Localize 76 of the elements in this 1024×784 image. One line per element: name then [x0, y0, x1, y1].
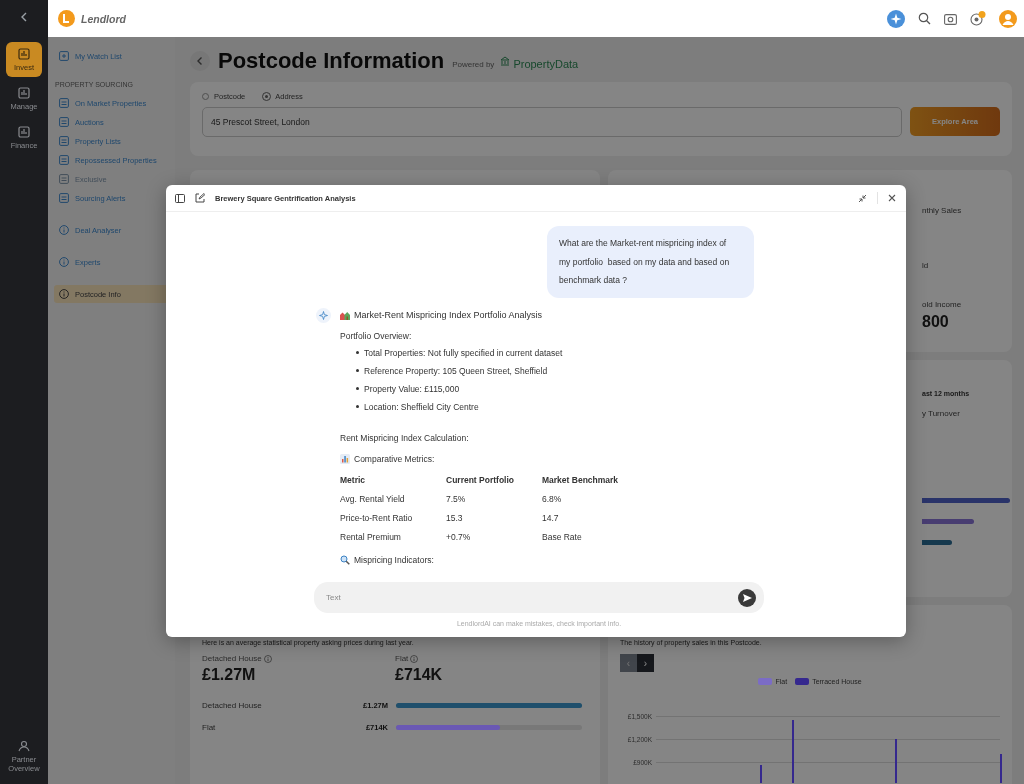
list-item: Total Properties: Not fully specified in current dataset	[364, 347, 563, 358]
column-header: Current Portfolio	[446, 473, 515, 487]
minimize-icon[interactable]	[858, 193, 867, 203]
bank-icon	[500, 55, 511, 66]
sparkle-icon	[316, 307, 331, 323]
stat-label: Flat	[395, 654, 409, 663]
section-label: Portfolio Overview:	[340, 330, 413, 343]
document-icon	[59, 136, 69, 146]
list-item: Location: Sheffield City Centre	[364, 401, 479, 412]
bar-label: Flat	[202, 722, 217, 732]
bullet-icon	[356, 387, 359, 390]
notification-icon[interactable]	[970, 11, 986, 26]
page-title: Postcode Information	[218, 47, 445, 74]
list-item: Reference Property: 105 Queen Street, Sheffield	[364, 365, 548, 376]
edit-icon[interactable]	[195, 193, 205, 203]
table-cell-text: +0.7%	[446, 530, 472, 544]
section-label: Mispricing Indicators:	[354, 555, 434, 565]
message-input[interactable]: Text	[314, 582, 764, 613]
send-button-icon[interactable]	[738, 588, 756, 607]
info-icon	[59, 289, 69, 299]
document-icon	[59, 98, 69, 108]
bullet-icon	[356, 369, 359, 372]
stat-label: ld	[922, 261, 929, 270]
document-icon	[59, 174, 69, 184]
table-cell-text: 14.7	[542, 511, 560, 525]
table-cell-text: Price-to-Rent Ratio	[340, 511, 414, 525]
camera-icon[interactable]	[944, 12, 957, 25]
plus-square-icon	[59, 51, 69, 61]
stat-label: Detached House	[202, 654, 262, 663]
table-cell-text: 6.8%	[542, 492, 563, 506]
table-cell-text: Avg. Rental Yield	[340, 492, 406, 506]
stat-value: 800	[922, 313, 949, 331]
houses-icon	[340, 310, 350, 320]
collapse-icon[interactable]	[20, 12, 28, 22]
column-header: Market Benchmark	[542, 473, 620, 487]
chart-icon	[17, 125, 31, 139]
stat-value: £1.27M	[202, 666, 257, 684]
brand-name: Lendlord	[81, 12, 126, 25]
stat-label: y Turnover	[922, 409, 960, 418]
table-cell-text: Base Rate	[542, 530, 583, 544]
logo-icon	[58, 10, 75, 27]
user-message: What are the Market-rent mispricing index of my portfolio based on my data and based on benchmark data ?	[547, 226, 754, 298]
person-icon	[17, 739, 31, 753]
stat-value: £714K	[395, 666, 444, 684]
bar-label: Detached House	[202, 700, 263, 710]
bar-chart-icon	[340, 454, 350, 464]
stat-label: nthly Sales	[922, 206, 962, 215]
sparkle-button-icon[interactable]	[887, 9, 905, 28]
document-icon	[59, 117, 69, 127]
info-icon	[59, 257, 69, 267]
search-icon[interactable]	[918, 12, 931, 25]
section-label: Comparative Metrics:	[354, 454, 435, 464]
address-field[interactable]: 45 Prescot Street, London	[202, 107, 902, 137]
magnifier-icon	[340, 555, 350, 565]
chart-icon	[17, 86, 31, 100]
list-item: Property Value: £115,000	[364, 383, 460, 394]
bullet-icon	[356, 351, 359, 354]
table-cell-text: 15.3	[446, 511, 464, 525]
answer-heading: Market-Rent Mispricing Index Portfolio Analysis	[354, 310, 543, 320]
powered-by-label: Powered by	[452, 60, 495, 69]
provider-name: PropertyData	[513, 57, 579, 70]
column-header: Metric	[340, 473, 367, 487]
document-icon	[59, 155, 69, 165]
chart-icon	[17, 47, 31, 61]
section-label: Rent Mispricing Index Calculation:	[340, 432, 470, 445]
close-icon[interactable]	[888, 194, 896, 202]
chart-bar	[922, 519, 974, 524]
table-cell-text: 7.5%	[446, 492, 467, 506]
chart-bar	[922, 540, 952, 545]
info-icon	[59, 225, 69, 235]
stat-label: old Income	[922, 300, 962, 309]
table-cell-text: Rental Premium	[340, 530, 402, 544]
pager-button[interactable]: ›	[637, 654, 654, 672]
bullet-icon	[356, 405, 359, 408]
sidebar-toggle-icon[interactable]	[175, 193, 185, 203]
document-icon	[59, 193, 69, 203]
